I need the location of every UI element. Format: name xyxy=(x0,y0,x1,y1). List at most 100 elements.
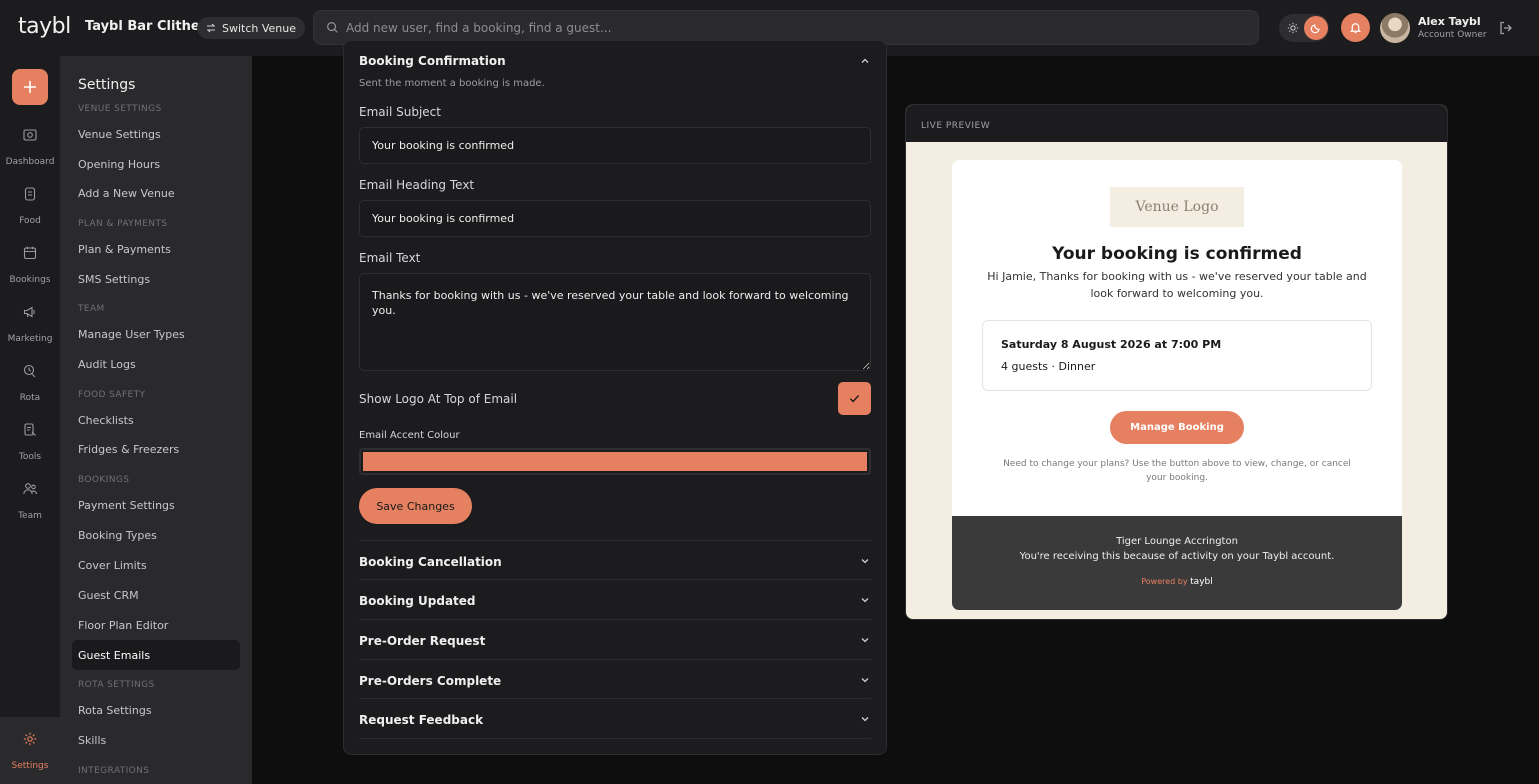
sidebar-section-team: TEAM xyxy=(78,304,105,314)
search-input[interactable] xyxy=(346,20,1226,35)
rail-label: Team xyxy=(18,511,42,521)
rail-item-dashboard[interactable]: Dashboard xyxy=(0,127,60,168)
moon-icon[interactable] xyxy=(1304,16,1328,40)
sidebar-item-sms-settings[interactable]: SMS Settings xyxy=(78,273,150,286)
rail-item-rota[interactable]: Rota xyxy=(0,363,60,404)
booking-summary-box: Saturday 8 August 2026 at 7:00 PM 4 gues… xyxy=(982,320,1372,391)
email-preview: Venue Logo Your booking is confirmed Hi … xyxy=(952,160,1402,610)
sidebar-item-payment-settings[interactable]: Payment Settings xyxy=(78,499,175,512)
team-icon xyxy=(23,483,38,495)
live-preview-header: LIVE PREVIEW xyxy=(906,105,1447,142)
divider xyxy=(359,738,871,739)
email-heading-input[interactable] xyxy=(359,200,871,237)
plus-icon xyxy=(24,81,36,93)
sidebar-item-checklists[interactable]: Checklists xyxy=(78,414,134,427)
chevron-down-icon[interactable] xyxy=(860,675,870,685)
sidebar-item-guest-crm[interactable]: Guest CRM xyxy=(78,589,139,602)
booking-date: Saturday 8 August 2026 at 7:00 PM xyxy=(1001,338,1222,351)
section-booking-cancellation[interactable]: Booking Cancellation xyxy=(359,555,502,569)
rail-item-marketing[interactable]: Marketing xyxy=(0,304,60,345)
sidebar-item-floor-plan-editor[interactable]: Floor Plan Editor xyxy=(78,619,168,632)
manage-booking-button[interactable]: Manage Booking xyxy=(1110,411,1244,444)
show-logo-checkbox[interactable] xyxy=(838,382,871,415)
chevron-down-icon[interactable] xyxy=(860,556,870,566)
sidebar-item-fridges-freezers[interactable]: Fridges & Freezers xyxy=(78,443,179,456)
rail-label: Marketing xyxy=(7,334,53,344)
venue-logo-placeholder: Venue Logo xyxy=(1110,187,1244,227)
accent-colour-label: Email Accent Colour xyxy=(359,430,460,441)
sidebar-item-cover-limits[interactable]: Cover Limits xyxy=(78,559,147,572)
email-text-textarea[interactable]: Thanks for booking with us - we've reser… xyxy=(359,273,871,371)
rail-item-settings[interactable]: Settings xyxy=(0,717,60,784)
email-subject-input[interactable] xyxy=(359,127,871,164)
user-role: Account Owner xyxy=(1418,30,1487,40)
accent-colour-picker[interactable] xyxy=(359,448,871,475)
switch-venue-label: Switch Venue xyxy=(222,21,297,35)
sidebar-section-integrations: INTEGRATIONS xyxy=(78,766,150,776)
chevron-down-icon[interactable] xyxy=(860,595,870,605)
footer-venue-name: Tiger Lounge Accrington xyxy=(1116,536,1238,547)
add-button[interactable] xyxy=(12,69,48,105)
powered-by-label: Powered by xyxy=(1141,577,1188,586)
switch-icon xyxy=(206,23,216,33)
sidebar-item-add-venue[interactable]: Add a New Venue xyxy=(78,187,175,200)
user-name[interactable]: Alex Taybl xyxy=(1418,15,1481,28)
sidebar-item-manage-user-types[interactable]: Manage User Types xyxy=(78,328,185,341)
divider xyxy=(359,540,871,541)
search-icon xyxy=(327,22,338,33)
sidebar-section-plan-payments: PLAN & PAYMENTS xyxy=(78,219,168,229)
switch-venue-button[interactable]: Switch Venue xyxy=(197,17,306,39)
section-booking-updated[interactable]: Booking Updated xyxy=(359,594,476,608)
footer-note: You're receiving this because of activit… xyxy=(1019,551,1335,562)
food-icon xyxy=(24,187,36,201)
sun-icon[interactable] xyxy=(1284,19,1302,37)
sidebar-item-skills[interactable]: Skills xyxy=(78,734,106,747)
logout-icon[interactable] xyxy=(1498,20,1514,36)
sidebar-item-opening-hours[interactable]: Opening Hours xyxy=(78,158,160,171)
rail-label: Settings xyxy=(11,761,49,771)
sidebar-section-bookings: BOOKINGS xyxy=(78,475,130,485)
notifications-bell-icon[interactable] xyxy=(1341,13,1370,42)
live-preview-panel: LIVE PREVIEW Venue Logo Your booking is … xyxy=(905,104,1448,620)
chevron-down-icon[interactable] xyxy=(860,714,870,724)
theme-toggle[interactable] xyxy=(1279,14,1329,42)
megaphone-icon xyxy=(23,306,35,318)
rail-label: Food xyxy=(19,216,41,226)
avatar[interactable] xyxy=(1380,13,1410,43)
rail-item-bookings[interactable]: Bookings xyxy=(0,245,60,286)
chevron-up-icon[interactable] xyxy=(860,56,870,66)
email-preview-heading: Your booking is confirmed xyxy=(1052,244,1302,264)
rail-item-tools[interactable]: Tools xyxy=(0,422,60,463)
gear-icon xyxy=(23,732,37,746)
section-request-feedback[interactable]: Request Feedback xyxy=(359,713,483,727)
bookings-icon xyxy=(23,246,37,260)
sidebar-item-guest-emails-label[interactable]: Guest Emails xyxy=(78,649,150,662)
section-pre-orders-complete[interactable]: Pre-Orders Complete xyxy=(359,674,501,688)
sidebar-item-rota-settings[interactable]: Rota Settings xyxy=(78,704,152,717)
rail-item-food[interactable]: Food xyxy=(0,186,60,227)
chevron-down-icon[interactable] xyxy=(860,635,870,645)
save-changes-button[interactable]: Save Changes xyxy=(359,488,472,524)
divider xyxy=(359,659,871,660)
show-logo-label: Show Logo At Top of Email xyxy=(359,392,518,406)
icon-rail: Dashboard Food Bookings Marketing Rota T… xyxy=(0,56,60,784)
email-footer: Tiger Lounge Accrington You're receiving… xyxy=(952,516,1402,610)
taybl-logo[interactable]: taybl xyxy=(18,14,71,39)
sidebar-item-booking-types[interactable]: Booking Types xyxy=(78,529,157,542)
sidebar-item-plan-payments[interactable]: Plan & Payments xyxy=(78,243,171,256)
rail-label: Rota xyxy=(19,393,41,403)
live-preview-label: LIVE PREVIEW xyxy=(921,121,991,131)
settings-sidebar: Settings VENUE SETTINGS Venue Settings O… xyxy=(60,56,252,784)
divider xyxy=(359,619,871,620)
rota-icon xyxy=(23,364,36,378)
sidebar-section-venue-settings: VENUE SETTINGS xyxy=(78,104,162,114)
rail-label: Dashboard xyxy=(5,157,55,167)
accent-colour-swatch xyxy=(363,452,867,471)
section-pre-order-request[interactable]: Pre-Order Request xyxy=(359,634,485,648)
email-text-label: Email Text xyxy=(359,251,421,265)
dashboard-icon xyxy=(23,129,37,141)
section-title-booking-confirmation[interactable]: Booking Confirmation xyxy=(359,54,506,68)
sidebar-item-audit-logs[interactable]: Audit Logs xyxy=(78,358,136,371)
rail-item-team[interactable]: Team xyxy=(0,481,60,522)
sidebar-item-venue-settings[interactable]: Venue Settings xyxy=(78,128,161,141)
